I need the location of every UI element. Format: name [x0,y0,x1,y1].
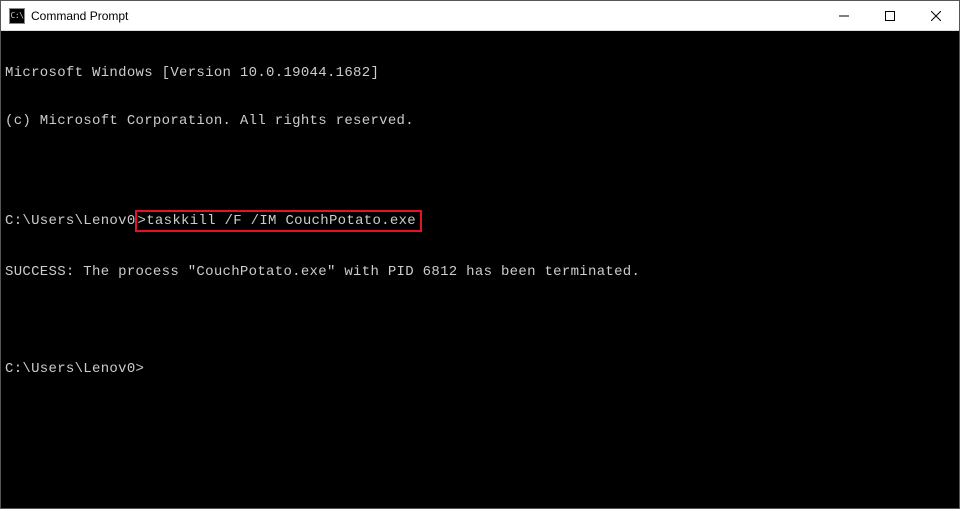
command-text: taskkill /F /IM CouchPotato.exe [146,213,416,229]
command-prompt-window: C:\ Command Prompt Microsoft Windows [Ve… [0,0,960,509]
close-button[interactable] [913,1,959,30]
window-controls [821,1,959,30]
app-icon: C:\ [9,8,25,24]
highlighted-command-box: >taskkill /F /IM CouchPotato.exe [135,210,422,232]
prompt-text: C:\Users\Lenov0 [5,213,136,229]
maximize-icon [885,11,895,21]
output-line: SUCCESS: The process "CouchPotato.exe" w… [5,264,955,280]
prompt-gt: > [138,213,147,229]
version-line: Microsoft Windows [Version 10.0.19044.16… [5,65,955,81]
app-icon-label: C:\ [11,12,24,20]
command-line-1: C:\Users\Lenov0>taskkill /F /IM CouchPot… [5,210,955,232]
window-title: Command Prompt [31,9,821,23]
maximize-button[interactable] [867,1,913,30]
minimize-icon [839,11,849,21]
minimize-button[interactable] [821,1,867,30]
copyright-line: (c) Microsoft Corporation. All rights re… [5,113,955,129]
terminal-area[interactable]: Microsoft Windows [Version 10.0.19044.16… [1,31,959,508]
blank-line [5,162,955,178]
close-icon [931,11,941,21]
titlebar[interactable]: C:\ Command Prompt [1,1,959,31]
blank-line-2 [5,313,955,329]
prompt-line-2: C:\Users\Lenov0> [5,361,955,377]
